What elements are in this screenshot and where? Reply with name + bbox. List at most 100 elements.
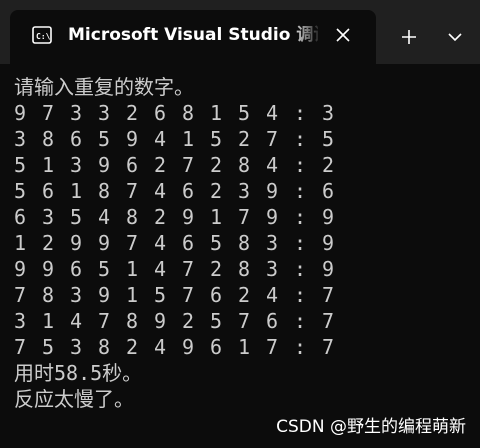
digit-cell: 2	[154, 205, 167, 229]
digit-cell: 9	[182, 335, 195, 359]
digit-cell: 9	[154, 309, 167, 333]
digit-cell: 3	[70, 153, 83, 177]
digit-cell: 7	[182, 257, 195, 281]
digit-cell: 2	[42, 231, 55, 255]
result-line: 反应太慢了。	[14, 387, 134, 411]
digit-cell: 5	[70, 205, 83, 229]
digit-cell: 7	[238, 309, 251, 333]
digit-cell: 5	[14, 179, 27, 203]
digit-cell: 3	[14, 127, 27, 151]
digit-cell: 7	[126, 231, 139, 255]
digit-cell: 1	[210, 101, 223, 125]
separator: :	[294, 309, 307, 333]
digit-cell: 2	[210, 179, 223, 203]
digit-cell: 5	[154, 283, 167, 307]
new-tab-button[interactable]	[394, 22, 424, 52]
digit-cell: 3	[238, 179, 251, 203]
digit-row: 3147892576:7	[14, 308, 474, 334]
digit-cell: 1	[14, 231, 27, 255]
digit-cell: 7	[42, 101, 55, 125]
digit-cell: 3	[70, 335, 83, 359]
digit-cell: 1	[70, 179, 83, 203]
digit-rows: 9733268154:33865941527:55139627284:25618…	[14, 100, 474, 360]
answer-cell: 9	[322, 205, 335, 229]
digit-cell: 9	[126, 127, 139, 151]
digit-cell: 7	[238, 205, 251, 229]
digit-cell: 4	[266, 153, 279, 177]
digit-cell: 8	[42, 127, 55, 151]
digit-cell: 6	[70, 127, 83, 151]
digit-cell: 1	[126, 283, 139, 307]
digit-cell: 6	[210, 283, 223, 307]
title-bar: C:\ Microsoft Visual Studio 调试控制台	[0, 0, 480, 64]
digit-cell: 5	[98, 127, 111, 151]
digit-cell: 1	[42, 153, 55, 177]
digit-cell: 9	[14, 101, 27, 125]
digit-row: 5139627284:2	[14, 152, 474, 178]
digit-cell: 6	[182, 231, 195, 255]
tab-console[interactable]: C:\ Microsoft Visual Studio 调试控制台	[10, 10, 376, 64]
digit-cell: 5	[14, 153, 27, 177]
digit-row: 1299746583:9	[14, 230, 474, 256]
digit-cell: 9	[14, 257, 27, 281]
digit-cell: 2	[126, 335, 139, 359]
terminal-window: C:\ Microsoft Visual Studio 调试控制台 请输入重复的…	[0, 0, 480, 448]
separator: :	[294, 257, 307, 281]
digit-cell: 2	[182, 309, 195, 333]
digit-cell: 8	[182, 101, 195, 125]
separator: :	[294, 101, 307, 125]
digit-cell: 8	[98, 179, 111, 203]
digit-cell: 5	[210, 231, 223, 255]
digit-cell: 6	[154, 101, 167, 125]
digit-cell: 3	[70, 101, 83, 125]
separator: :	[294, 179, 307, 203]
answer-cell: 3	[322, 101, 335, 125]
answer-cell: 2	[322, 153, 335, 177]
digit-cell: 6	[14, 205, 27, 229]
plus-icon	[402, 30, 416, 44]
digit-cell: 4	[266, 101, 279, 125]
answer-cell: 6	[322, 179, 335, 203]
separator: :	[294, 231, 307, 255]
digit-cell: 6	[182, 179, 195, 203]
tab-close-button[interactable]	[330, 22, 356, 48]
digit-row: 7538249617:7	[14, 334, 474, 360]
digit-cell: 5	[210, 127, 223, 151]
digit-cell: 4	[98, 205, 111, 229]
digit-cell: 3	[14, 309, 27, 333]
digit-cell: 4	[154, 231, 167, 255]
digit-cell: 9	[42, 257, 55, 281]
answer-cell: 7	[322, 309, 335, 333]
prompt-line: 请输入重复的数字。	[14, 75, 194, 99]
digit-cell: 6	[210, 335, 223, 359]
answer-cell: 7	[322, 283, 335, 307]
digit-row: 9965147283:9	[14, 256, 474, 282]
tab-title: Microsoft Visual Studio 调试控制台	[68, 25, 318, 45]
digit-cell: 6	[126, 153, 139, 177]
digit-cell: 7	[266, 127, 279, 151]
digit-row: 3865941527:5	[14, 126, 474, 152]
digit-cell: 1	[210, 205, 223, 229]
tab-title-fade	[290, 20, 322, 48]
digit-cell: 3	[266, 231, 279, 255]
digit-cell: 4	[154, 335, 167, 359]
digit-cell: 4	[154, 179, 167, 203]
digit-cell: 6	[266, 309, 279, 333]
answer-cell: 5	[322, 127, 335, 151]
digit-cell: 9	[266, 205, 279, 229]
digit-cell: 4	[154, 257, 167, 281]
digit-row: 9733268154:3	[14, 100, 474, 126]
tab-dropdown-button[interactable]	[440, 22, 470, 52]
close-icon	[336, 28, 350, 42]
answer-cell: 9	[322, 257, 335, 281]
digit-cell: 9	[70, 231, 83, 255]
digit-cell: 2	[154, 153, 167, 177]
digit-cell: 8	[238, 231, 251, 255]
digit-cell: 3	[98, 101, 111, 125]
console-output[interactable]: 请输入重复的数字。 9733268154:33865941527:5513962…	[14, 74, 474, 412]
digit-cell: 8	[126, 205, 139, 229]
digit-cell: 9	[266, 179, 279, 203]
digit-cell: 9	[98, 153, 111, 177]
time-line: 用时58.5秒。	[14, 361, 143, 385]
digit-cell: 2	[238, 283, 251, 307]
